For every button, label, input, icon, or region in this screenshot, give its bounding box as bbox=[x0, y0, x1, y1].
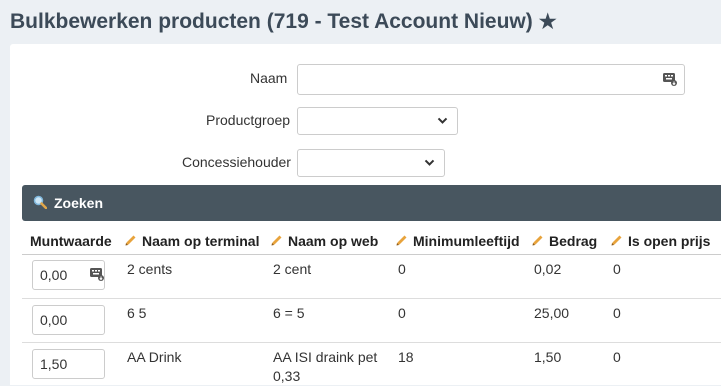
terminal-name: 2 cents bbox=[127, 261, 173, 277]
terminal-name: 6 5 bbox=[127, 305, 147, 321]
chevron-down-icon bbox=[424, 159, 435, 166]
web-name: AA ISI draink pet bbox=[273, 349, 378, 365]
muntwaarde-value: 0,00 bbox=[40, 312, 68, 328]
column-header-naam-op-web[interactable]: Naam op web bbox=[270, 233, 378, 249]
minimumleeftijd: 0 bbox=[398, 305, 406, 321]
bedrag: 25,00 bbox=[534, 305, 570, 321]
productgroep-label: Productgroep bbox=[206, 112, 291, 128]
pencil-icon bbox=[271, 235, 282, 246]
pencil-icon bbox=[396, 235, 407, 246]
search-button-label: Zoeken bbox=[54, 195, 104, 211]
column-header-minimumleeftijd[interactable]: Minimumleeftijd bbox=[395, 233, 520, 249]
web-name: 2 cent bbox=[273, 261, 312, 277]
column-header-label: Muntwaarde bbox=[30, 233, 112, 249]
is-open-prijs: 0 bbox=[613, 349, 621, 365]
main-panel: Naam Productgroep Concessiehouder Zoeken bbox=[10, 44, 721, 385]
muntwaarde-value: 0,00 bbox=[40, 267, 68, 283]
column-header-bedrag[interactable]: Bedrag bbox=[531, 233, 597, 249]
column-header-label: Naam op web bbox=[288, 233, 379, 249]
minimumleeftijd: 0 bbox=[398, 261, 406, 277]
star-icon[interactable]: ★ bbox=[539, 11, 557, 33]
bedrag: 1,50 bbox=[534, 349, 562, 365]
column-header-naam-op-terminal[interactable]: Naam op terminal bbox=[124, 233, 259, 249]
magnifier-icon bbox=[33, 195, 47, 209]
column-header-muntwaarde[interactable]: Muntwaarde bbox=[30, 233, 112, 249]
productgroep-select[interactable] bbox=[297, 107, 458, 135]
muntwaarde-input[interactable]: 1,50 bbox=[32, 349, 105, 379]
muntwaarde-input[interactable]: 0,00 bbox=[32, 260, 105, 290]
column-header-is-open-prijs[interactable]: Is open prijs bbox=[610, 233, 710, 249]
header-divider bbox=[22, 254, 721, 255]
column-header-label: Is open prijs bbox=[628, 233, 711, 249]
search-button[interactable]: Zoeken bbox=[22, 185, 721, 221]
web-name-line2: 0,33 bbox=[273, 368, 301, 384]
keyboard-icon[interactable] bbox=[663, 73, 677, 86]
bedrag: 0,02 bbox=[534, 261, 562, 277]
row-divider bbox=[22, 342, 721, 343]
pencil-icon bbox=[532, 235, 543, 246]
naam-label: Naam bbox=[250, 70, 288, 86]
column-header-label: Minimumleeftijd bbox=[413, 233, 520, 249]
muntwaarde-value: 1,50 bbox=[40, 356, 68, 372]
muntwaarde-input[interactable]: 0,00 bbox=[32, 305, 105, 335]
is-open-prijs: 0 bbox=[613, 305, 621, 321]
row-divider bbox=[22, 298, 721, 299]
page-title-text: Bulkbewerken producten (719 - Test Accou… bbox=[10, 10, 533, 33]
keyboard-icon[interactable] bbox=[90, 268, 104, 281]
page-title: Bulkbewerken producten (719 - Test Accou… bbox=[10, 9, 557, 34]
column-header-label: Naam op terminal bbox=[142, 233, 260, 249]
chevron-down-icon bbox=[437, 117, 448, 124]
is-open-prijs: 0 bbox=[613, 261, 621, 277]
concessiehouder-label: Concessiehouder bbox=[182, 154, 291, 170]
concessiehouder-select[interactable] bbox=[297, 149, 445, 177]
web-name: 6 = 5 bbox=[273, 305, 305, 321]
pencil-icon bbox=[125, 235, 136, 246]
naam-input[interactable] bbox=[297, 64, 685, 95]
column-header-label: Bedrag bbox=[549, 233, 598, 249]
minimumleeftijd: 18 bbox=[398, 349, 414, 365]
terminal-name: AA Drink bbox=[127, 349, 182, 365]
pencil-icon bbox=[611, 235, 622, 246]
